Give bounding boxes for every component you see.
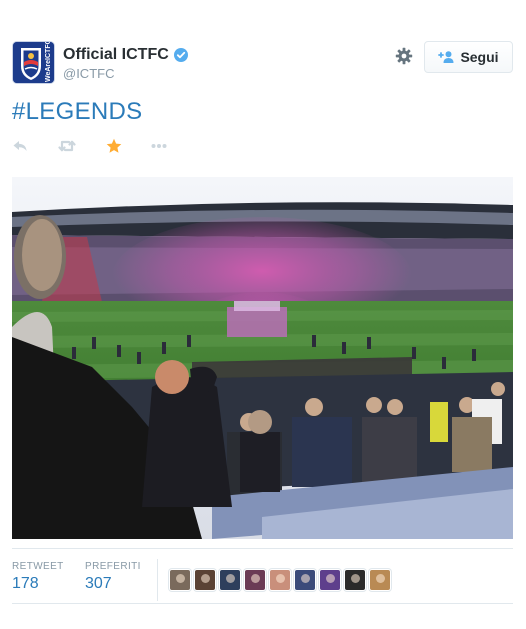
favoriter-avatar[interactable] (319, 569, 341, 591)
favoriter-avatar[interactable] (369, 569, 391, 591)
retweets-count: 178 (12, 575, 39, 592)
favoriter-avatar[interactable] (294, 569, 316, 591)
club-crest-icon: WeAreICTFC (13, 42, 54, 83)
follow-button-label: Segui (460, 49, 499, 65)
tweet-text-hashtag[interactable]: #LEGENDS (12, 98, 142, 126)
reply-icon[interactable] (12, 138, 28, 154)
favoriter-avatars (169, 569, 391, 591)
avatar[interactable]: WeAreICTFC (12, 41, 55, 84)
favoriter-avatar[interactable] (194, 569, 216, 591)
more-icon[interactable] (151, 138, 167, 154)
star-icon[interactable] (106, 138, 122, 154)
stats-bottom-divider (12, 603, 513, 604)
retweet-icon[interactable] (58, 138, 76, 154)
follow-button[interactable]: Segui (424, 41, 513, 73)
tweet-photo[interactable] (12, 177, 513, 539)
follow-user-icon (438, 51, 454, 63)
retweets-stat[interactable]: RETWEET 178 (12, 561, 64, 593)
retweets-label: RETWEET (12, 561, 64, 572)
favorites-stat[interactable]: PREFERITI 307 (85, 561, 141, 593)
stats-vertical-divider (157, 559, 158, 601)
stats-top-divider (12, 548, 513, 549)
stadium-photo (12, 177, 513, 539)
user-handle[interactable]: @ICTFC (63, 66, 114, 81)
user-full-name[interactable]: Official ICTFC (63, 46, 169, 64)
favoriter-avatar[interactable] (344, 569, 366, 591)
tweet-card: WeAreICTFC Official ICTFC @ICTFC Segui #… (0, 0, 526, 629)
favorites-label: PREFERITI (85, 561, 141, 572)
svg-text:WeAreICTFC: WeAreICTFC (45, 42, 52, 82)
favoriter-avatar[interactable] (169, 569, 191, 591)
favoriter-avatar[interactable] (219, 569, 241, 591)
verified-badge-icon (173, 48, 188, 62)
favorites-count: 307 (85, 575, 112, 592)
gear-icon[interactable] (395, 47, 413, 65)
favoriter-avatar[interactable] (269, 569, 291, 591)
user-name-row: Official ICTFC (63, 45, 188, 65)
favoriter-avatar[interactable] (244, 569, 266, 591)
